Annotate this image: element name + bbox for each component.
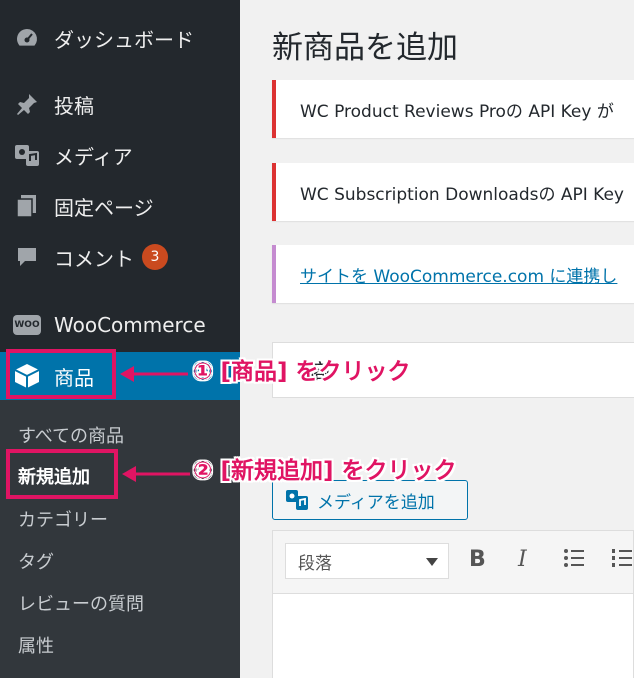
submenu-tags[interactable]: タグ	[18, 548, 54, 574]
notice-reviews-pro: WC Product Reviews Proの API Key が	[272, 80, 634, 138]
sidebar-item-label: コメント	[54, 246, 134, 271]
connect-link[interactable]: サイトを WooCommerce.com に連携し	[300, 262, 617, 287]
sidebar-item-label: 投稿	[54, 93, 94, 118]
notice-subscription-downloads: WC Subscription Downloadsの API Key	[272, 163, 634, 221]
sidebar-item-woocommerce[interactable]: WOO WooCommerce	[0, 305, 240, 345]
step1-annotation: ① [商品] をクリック	[193, 359, 411, 385]
sidebar-item-label: ダッシュボード	[54, 27, 194, 52]
pin-icon	[12, 92, 42, 116]
arrow-left-icon	[120, 366, 188, 382]
sidebar-item-dashboard[interactable]: ダッシュボード	[0, 18, 240, 58]
bullet-list-icon[interactable]	[563, 547, 585, 575]
step2-annotation: ② [新規追加] をクリック	[193, 458, 457, 484]
media-icon	[12, 143, 42, 167]
submenu-review-questions[interactable]: レビューの質問	[18, 590, 144, 616]
sidebar-item-label: 固定ページ	[54, 195, 154, 220]
submenu-categories[interactable]: カテゴリー	[18, 506, 108, 532]
comment-count-badge: 3	[142, 244, 168, 270]
woo-icon-text: WOO	[13, 315, 41, 335]
add-media-button[interactable]: メディアを追加	[272, 480, 468, 520]
submenu-attributes[interactable]: 属性	[18, 632, 54, 658]
callout-box-add-new	[6, 449, 118, 499]
notice-woocommerce-connect: サイトを WooCommerce.com に連携し	[272, 245, 634, 303]
italic-button[interactable]: I	[518, 547, 527, 572]
bold-button[interactable]: B	[469, 547, 486, 572]
format-select[interactable]: 段落	[285, 543, 449, 579]
products-submenu: すべての商品 新規追加 カテゴリー タグ レビューの質問 属性	[0, 400, 240, 678]
chevron-down-icon	[426, 558, 438, 566]
submenu-all-products[interactable]: すべての商品	[18, 422, 124, 448]
sidebar-item-posts[interactable]: 投稿	[0, 84, 240, 124]
editor-toolbar: 段落 B I	[273, 531, 633, 594]
numbered-list-icon[interactable]	[611, 547, 633, 575]
page-title: 新商品を追加	[272, 30, 458, 66]
sidebar-item-label: WooCommerce	[54, 313, 206, 337]
notice-text: WC Product Reviews Proの API Key が	[300, 101, 614, 122]
pages-icon	[12, 194, 42, 218]
woo-icon: WOO	[12, 313, 42, 337]
callout-box-products	[6, 349, 116, 399]
sidebar-item-pages[interactable]: 固定ページ	[0, 186, 240, 226]
format-select-value: 段落	[298, 553, 332, 574]
sidebar-item-comments[interactable]: コメント 3	[0, 237, 240, 277]
sidebar-item-media[interactable]: メディア	[0, 135, 240, 175]
admin-sidebar: ダッシュボード 投稿 メディア 固定ページ コメント 3 WOO WooComm…	[0, 0, 240, 678]
content-editor[interactable]: 段落 B I	[272, 530, 634, 678]
dashboard-icon	[12, 26, 42, 50]
arrow-left-icon	[122, 466, 190, 482]
main-content: 新商品を追加 WC Product Reviews Proの API Key が…	[240, 0, 634, 678]
media-icon	[285, 489, 309, 511]
sidebar-item-label: メディア	[54, 144, 133, 169]
comment-icon	[12, 245, 42, 269]
notice-text: WC Subscription Downloadsの API Key	[300, 184, 624, 205]
add-media-label: メディアを追加	[317, 492, 435, 513]
